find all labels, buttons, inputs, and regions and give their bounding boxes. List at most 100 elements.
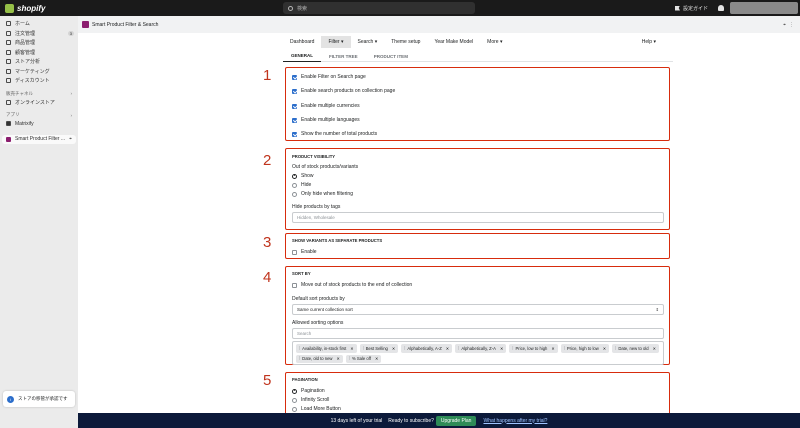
drag-handle-icon[interactable]: ⁞ xyxy=(299,346,300,351)
section-heading: SORT BY xyxy=(292,271,311,276)
chevron-right-icon: › xyxy=(70,91,73,96)
tab-product-item[interactable]: PRODUCT ITEM xyxy=(366,50,416,62)
apps-heading[interactable]: アプリ › xyxy=(0,111,78,119)
drag-handle-icon[interactable]: ⁞ xyxy=(512,346,513,351)
apps-label: アプリ xyxy=(6,112,20,117)
setup-guide-button[interactable]: 設定ガイド xyxy=(674,5,708,12)
show-total-products-checkbox[interactable]: Show the number of total products xyxy=(292,131,377,137)
visibility-show-radio[interactable]: Show xyxy=(292,173,314,179)
store-transfer-toast[interactable]: i ストアの移管が承認です xyxy=(3,391,75,407)
sidebar-item-label: Matrixify xyxy=(15,120,34,127)
sort-chip-alpha-za[interactable]: ⁞ Alphabetically, Z-A ✕ xyxy=(455,344,507,353)
search-icon xyxy=(288,5,293,11)
drag-handle-icon[interactable]: ⁞ xyxy=(564,346,565,351)
chevron-down-icon: ▾ xyxy=(374,39,378,45)
close-icon[interactable]: ✕ xyxy=(446,346,449,351)
store-menu-button[interactable] xyxy=(730,2,798,14)
menu-label: More xyxy=(487,39,499,45)
sidebar-item-home[interactable]: ホーム xyxy=(0,19,78,29)
close-icon[interactable]: ✕ xyxy=(653,346,656,351)
shopify-logo[interactable]: shopify xyxy=(5,3,46,13)
enable-variants-checkbox[interactable]: Enable xyxy=(292,249,317,255)
move-out-of-stock-checkbox[interactable]: Move out of stock products to the end of… xyxy=(292,282,412,288)
drag-handle-icon[interactable]: ⁞ xyxy=(299,356,300,361)
radio-label: Infinity Scroll xyxy=(301,397,330,403)
sidebar-item-analytics[interactable]: ストア分析 xyxy=(0,57,78,67)
drag-handle-icon[interactable]: ⁞ xyxy=(458,346,459,351)
tab-general[interactable]: GENERAL xyxy=(283,50,322,62)
global-search-input[interactable]: 検索 xyxy=(283,2,475,14)
flag-icon xyxy=(674,5,680,11)
close-icon[interactable]: ✕ xyxy=(336,356,339,361)
visibility-only-hide-radio[interactable]: Only hide when filtering xyxy=(292,191,353,197)
drag-handle-icon[interactable]: ⁞ xyxy=(615,346,616,351)
sort-chip-price-high-low[interactable]: ⁞ Price, high to low ✕ xyxy=(560,344,610,353)
section-number-3: 3 xyxy=(263,234,272,251)
close-icon[interactable]: ✕ xyxy=(375,356,378,361)
input-placeholder: Hidden, Wholesale xyxy=(297,215,335,220)
pin-icon[interactable]: ⌖ xyxy=(69,136,72,142)
sales-channels-heading[interactable]: 販売チャネル › xyxy=(0,90,78,98)
sort-chip-alpha-az[interactable]: ⁞ Alphabetically, A-Z ✕ xyxy=(401,344,453,353)
sort-chip-date-old-new[interactable]: ⁞ Date, old to new ✕ xyxy=(296,354,343,363)
close-icon[interactable]: ✕ xyxy=(551,346,554,351)
allowed-sorting-label: Allowed sorting options xyxy=(292,320,344,326)
default-sort-select[interactable]: Same current collection sort ⇕ xyxy=(292,304,664,315)
sorting-options-chips: ⁞ Availability, in-stock first ✕ ⁞ Best Sel… xyxy=(292,341,664,365)
select-arrows-icon: ⇕ xyxy=(655,307,659,312)
visibility-hide-radio[interactable]: Hide xyxy=(292,182,311,188)
sort-chip-sale-off[interactable]: ⁞% Sale off ✕ xyxy=(345,354,382,363)
hide-tags-input[interactable]: Hidden, Wholesale xyxy=(292,212,664,223)
chip-label: Price, high to low xyxy=(566,345,599,351)
enable-search-collection-checkbox[interactable]: Enable search products on collection pag… xyxy=(292,88,395,94)
menu-search[interactable]: Search ▾ xyxy=(351,36,385,48)
sort-chip-price-low-high[interactable]: ⁞ Price, low to high ✕ xyxy=(509,344,558,353)
menu-more[interactable]: More ▾ xyxy=(480,36,509,48)
tab-filter-tree[interactable]: FILTER TREE xyxy=(321,50,366,62)
close-icon[interactable]: ✕ xyxy=(603,346,606,351)
more-options-icon[interactable]: ⋮ xyxy=(789,22,794,28)
enable-multiple-languages-checkbox[interactable]: Enable multiple languages xyxy=(292,117,360,123)
menu-filter[interactable]: Filter ▾ xyxy=(321,36,351,48)
sorting-search-input[interactable]: Search xyxy=(292,328,664,339)
close-icon[interactable]: ✕ xyxy=(350,346,353,351)
radio-label: Load More Button xyxy=(301,406,341,412)
sidebar-item-marketing[interactable]: マーケティング xyxy=(0,67,78,77)
drag-handle-icon[interactable]: ⁞ xyxy=(349,356,350,361)
upgrade-plan-button[interactable]: Upgrade Plan xyxy=(435,415,477,426)
sidebar-item-discounts[interactable]: ディスカウント xyxy=(0,76,78,86)
sort-chip-availability[interactable]: ⁞ Availability, in-stock first ✕ xyxy=(296,344,357,353)
menu-dashboard[interactable]: Dashboard xyxy=(283,36,321,48)
sidebar-item-online-store[interactable]: オンラインストア xyxy=(0,98,78,108)
sidebar-item-products[interactable]: 商品管理 xyxy=(0,38,78,48)
pagination-radio[interactable]: Pagination xyxy=(292,388,325,394)
pin-icon[interactable]: ⌖ xyxy=(783,22,786,28)
sidebar-item-orders[interactable]: 注文管理 3 xyxy=(0,29,78,39)
enable-filter-search-checkbox[interactable]: Enable Filter on Search page xyxy=(292,74,366,80)
default-sort-label: Default sort products by xyxy=(292,296,345,302)
sort-chip-best-selling[interactable]: ⁞ Best Selling ✕ xyxy=(359,344,399,353)
sidebar-item-matrixify[interactable]: Matrixify xyxy=(0,119,78,129)
close-icon[interactable]: ✕ xyxy=(500,346,503,351)
menu-theme-setup[interactable]: Theme setup xyxy=(384,36,427,48)
sidebar-item-smart-product-filter[interactable]: Smart Product Filter ... ⌖ xyxy=(2,134,76,144)
menu-help[interactable]: Help ▾ xyxy=(635,36,663,48)
setup-guide-label: 設定ガイド xyxy=(682,5,708,12)
chip-label: Availability, in-stock first xyxy=(302,345,347,351)
close-icon[interactable]: ✕ xyxy=(392,346,395,351)
menu-year-make-model[interactable]: Year Make Model xyxy=(427,36,480,48)
chevron-right-icon: › xyxy=(70,112,73,118)
infinity-scroll-radio[interactable]: Infinity Scroll xyxy=(292,397,329,403)
enable-multiple-currencies-checkbox[interactable]: Enable multiple currencies xyxy=(292,103,360,109)
load-more-radio[interactable]: Load More Button xyxy=(292,406,341,412)
chip-label: Date, old to new xyxy=(302,356,333,362)
sort-chip-date-new-old[interactable]: ⁞ Date, new to old ✕ xyxy=(612,344,659,353)
section-number-4: 4 xyxy=(263,269,272,286)
trial-info-link[interactable]: What happens after my trial? xyxy=(483,418,547,424)
logo-text: shopify xyxy=(17,3,46,13)
drag-handle-icon[interactable]: ⁞ xyxy=(404,346,405,351)
bell-icon[interactable] xyxy=(718,5,724,11)
drag-handle-icon[interactable]: ⁞ xyxy=(363,346,364,351)
radio-selected-icon xyxy=(292,388,297,394)
sidebar-item-customers[interactable]: 顧客管理 xyxy=(0,48,78,58)
